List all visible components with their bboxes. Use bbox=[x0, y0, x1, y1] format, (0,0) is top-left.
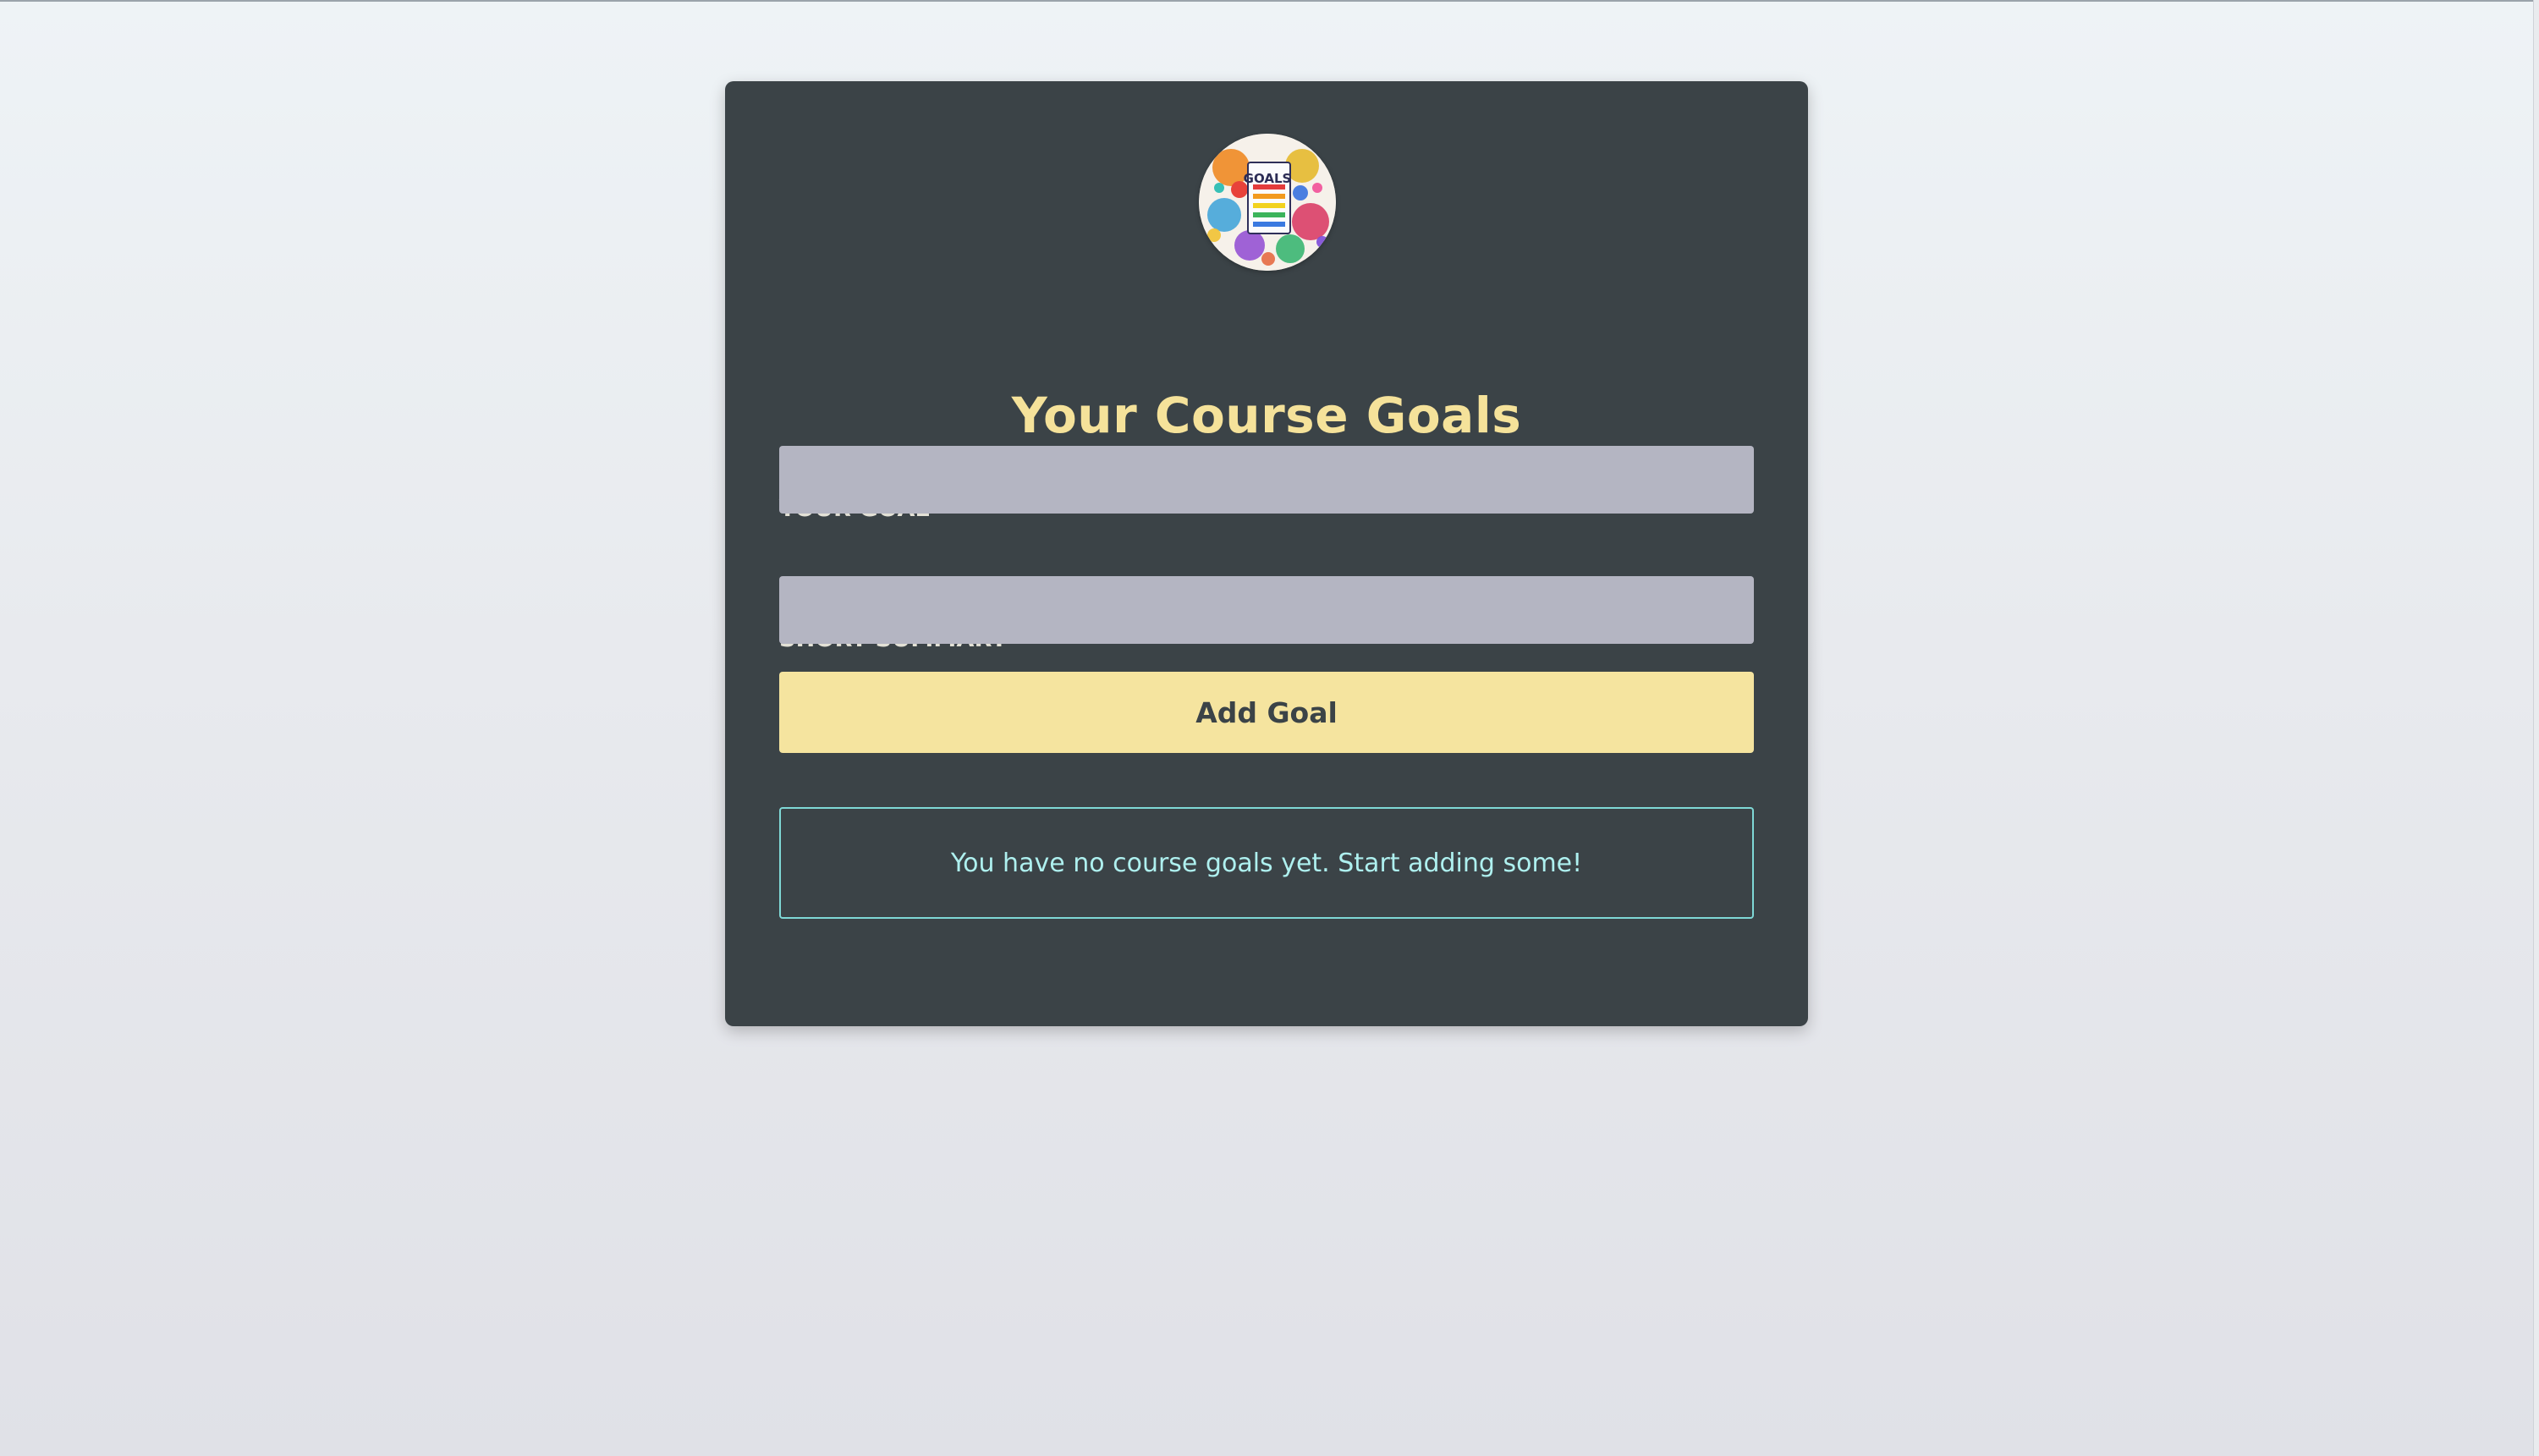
goals-card: GOALS Your Course Goals YOUR GOAL SHORT … bbox=[725, 81, 1808, 1026]
page-scrollbar[interactable] bbox=[2533, 0, 2539, 1456]
goal-input[interactable] bbox=[779, 446, 1754, 514]
add-goal-button[interactable]: Add Goal bbox=[779, 672, 1754, 753]
empty-goals-message: You have no course goals yet. Start addi… bbox=[950, 848, 1583, 878]
window-top-border bbox=[0, 0, 2539, 2]
page-title: Your Course Goals bbox=[1011, 387, 1522, 444]
empty-goals-message-box: You have no course goals yet. Start addi… bbox=[779, 807, 1754, 919]
summary-input[interactable] bbox=[779, 576, 1754, 644]
goals-logo-icon: GOALS bbox=[1199, 134, 1336, 271]
